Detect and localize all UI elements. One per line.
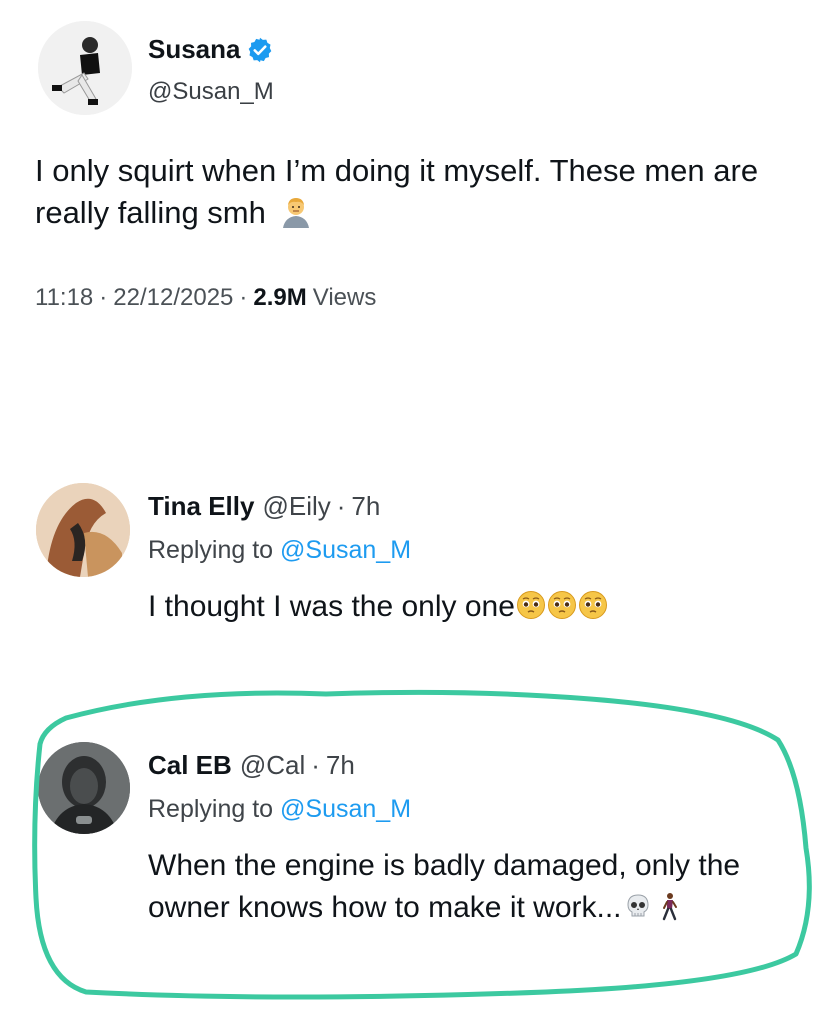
pleading-face-icon <box>516 591 545 619</box>
avatar-susana[interactable] <box>38 21 132 115</box>
meta-separator: · <box>336 491 346 521</box>
replying-to-mention[interactable]: @Susan_M <box>280 536 411 564</box>
avatar-cal-eb[interactable] <box>38 742 130 834</box>
author-name[interactable]: Susana <box>148 34 274 65</box>
reply-text-body: I thought I was the only one <box>148 590 515 623</box>
reply-author-name[interactable]: Cal EB <box>148 750 232 781</box>
reply-time[interactable]: 7h <box>351 491 380 522</box>
reply-header: Tina Elly @Eily · 7h <box>148 491 380 522</box>
views-count[interactable]: 2.9M <box>253 284 306 312</box>
replying-to: Replying to @Susan_M <box>148 536 411 565</box>
author-handle[interactable]: @Susan_M <box>148 78 274 106</box>
reply-author-name[interactable]: Tina Elly <box>148 491 254 522</box>
pleading-face-icon <box>578 591 607 619</box>
replying-to: Replying to @Susan_M <box>148 795 411 824</box>
reply-author-handle[interactable]: @Cal <box>240 750 305 781</box>
skull-icon <box>627 894 649 917</box>
meta-separator: · <box>99 284 108 311</box>
views-label[interactable]: Views <box>313 284 377 312</box>
man-shrugging-emoji-icon <box>282 198 309 228</box>
replying-to-mention[interactable]: @Susan_M <box>280 795 411 823</box>
reply-header: Cal EB @Cal · 7h <box>148 750 355 781</box>
tweet-time[interactable]: 11:18 <box>35 284 93 312</box>
tweet-meta: 11:18 · 22/12/2025 · 2.9M Views <box>35 284 376 312</box>
avatar-tina-elly[interactable] <box>36 483 130 577</box>
tweet-date[interactable]: 22/12/2025 <box>113 284 233 312</box>
tweet-text: I only squirt when I’m doing it myself. … <box>35 150 805 234</box>
highlight-outline <box>32 689 812 1000</box>
tweet-text-body: I only squirt when I’m doing it myself. … <box>35 153 759 230</box>
verified-badge-icon <box>248 37 271 62</box>
person-walking-icon <box>662 893 677 921</box>
meta-separator: · <box>311 750 320 780</box>
replying-to-label: Replying to <box>148 536 274 564</box>
reply-author-handle[interactable]: @Eily <box>262 491 330 522</box>
meta-separator: · <box>239 284 248 311</box>
pleading-face-icon <box>547 591 576 619</box>
reply-time[interactable]: 7h <box>326 750 355 781</box>
author-name-text[interactable]: Susana <box>148 34 241 65</box>
reply-text: I thought I was the only one <box>148 586 608 628</box>
replying-to-label: Replying to <box>148 795 274 823</box>
reply-text: When the engine is badly damaged, only t… <box>148 845 808 929</box>
